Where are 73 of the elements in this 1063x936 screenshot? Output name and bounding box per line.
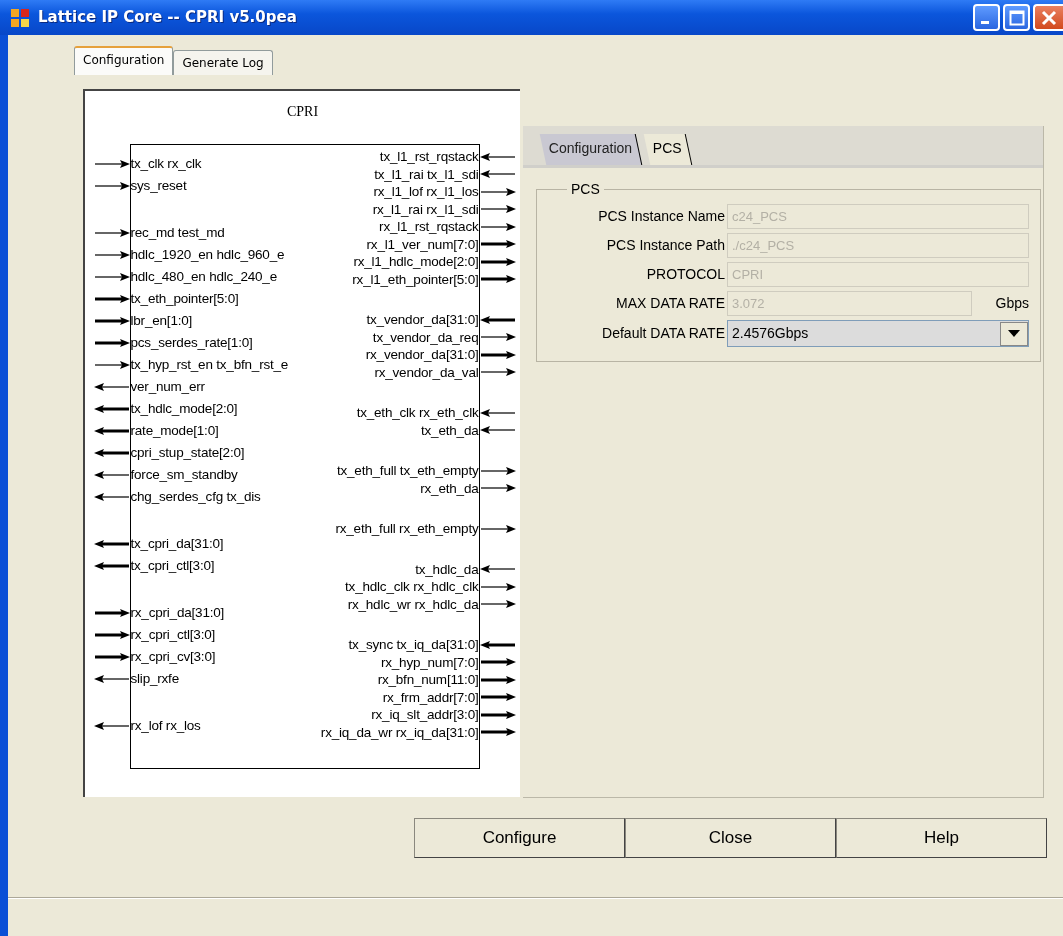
port-label: rx_vendor_da[31:0] bbox=[365, 348, 479, 362]
tab[interactable]: Generate Log bbox=[173, 50, 273, 75]
port-label: chg_serdes_cfg tx_dis bbox=[130, 490, 261, 504]
tab[interactable]: Configuration bbox=[74, 46, 174, 75]
port-label: rx_hdlc_wr rx_hdlc_da bbox=[347, 597, 479, 611]
field-label: PCS Instance Path bbox=[605, 236, 726, 255]
port-label: sys_reset bbox=[130, 179, 187, 193]
port-label: force_sm_standby bbox=[130, 468, 238, 482]
dropdown-button[interactable] bbox=[1000, 321, 1028, 346]
port-label: rx_eth_da bbox=[420, 481, 479, 495]
port-label: tx_eth_da bbox=[421, 423, 479, 437]
app-icon bbox=[10, 7, 30, 28]
port-label: tx_eth_full tx_eth_empty bbox=[336, 464, 479, 478]
port-label: rx_l1_eth_pointer[5:0] bbox=[352, 272, 479, 286]
port-label: rx_iq_da_wr rx_iq_da[31:0] bbox=[320, 725, 479, 739]
caret-icon bbox=[1007, 329, 1021, 338]
port-label: hdlc_1920_en hdlc_960_e bbox=[130, 248, 285, 262]
port-label: tx_sync tx_iq_da[31:0] bbox=[348, 638, 479, 652]
port-label: tx_eth_pointer[5:0] bbox=[130, 292, 239, 306]
port-label: tx_hdlc_mode[2:0] bbox=[130, 402, 238, 416]
port-label: lbr_en[1:0] bbox=[130, 314, 193, 328]
dialog-button[interactable]: Close bbox=[625, 818, 836, 858]
close-button[interactable] bbox=[1033, 4, 1063, 31]
field-label: MAX DATA RATE bbox=[615, 294, 726, 313]
port-label: tx_cpri_da[31:0] bbox=[130, 537, 224, 551]
port-label: slip_rxfe bbox=[130, 672, 179, 686]
dialog-button[interactable]: Configure bbox=[414, 818, 625, 858]
port-label: rx_frm_addr[7:0] bbox=[382, 690, 479, 704]
port-label: rx_bfn_num[11:0] bbox=[377, 673, 479, 687]
minimize-button[interactable] bbox=[973, 4, 1000, 31]
port-label: rx_cpri_da[31:0] bbox=[130, 606, 225, 620]
window-title: Lattice IP Core -- CPRI v5.0pea bbox=[38, 7, 297, 29]
port-label: rx_lof rx_los bbox=[130, 719, 201, 733]
port-label: tx_l1_rst_rqstack bbox=[379, 150, 479, 164]
port-label: pcs_serdes_rate[1:0] bbox=[130, 336, 253, 350]
tab[interactable]: Configuration bbox=[539, 134, 643, 165]
port-label: tx_vendor_da_req bbox=[372, 330, 479, 344]
field-label: PCS Instance Name bbox=[597, 207, 726, 226]
port-label: tx_l1_rai tx_l1_sdi bbox=[374, 167, 479, 181]
port-label: rx_l1_ver_num[7:0] bbox=[366, 237, 479, 251]
port-label: rx_eth_full rx_eth_empty bbox=[335, 522, 479, 536]
port-label: tx_hyp_rst_en tx_bfn_rst_e bbox=[130, 358, 289, 372]
maximize-button[interactable] bbox=[1003, 4, 1030, 31]
port-label: rx_l1_lof rx_l1_los bbox=[373, 185, 479, 199]
port-label: rx_cpri_ctl[3:0] bbox=[130, 628, 216, 642]
port-label: tx_hdlc_clk rx_hdlc_clk bbox=[345, 580, 479, 594]
port-label: rx_hyp_num[7:0] bbox=[380, 655, 479, 669]
maximize-icon bbox=[1008, 9, 1025, 26]
field-label: PROTOCOL bbox=[645, 265, 726, 284]
port-label: tx_eth_clk rx_eth_clk bbox=[356, 406, 479, 420]
port-label: tx_vendor_da[31:0] bbox=[366, 313, 479, 327]
port-label: rec_md test_md bbox=[130, 226, 225, 240]
port-label: rx_cpri_cv[3:0] bbox=[130, 650, 216, 664]
port-label: rx_l1_rai rx_l1_sdi bbox=[372, 202, 479, 216]
port-label: rx_iq_slt_addr[3:0] bbox=[371, 708, 479, 722]
port-label: hdlc_480_en hdlc_240_e bbox=[130, 270, 277, 284]
port-label: ver_num_err bbox=[130, 380, 205, 394]
close-icon bbox=[1040, 8, 1058, 27]
tab[interactable]: PCS bbox=[644, 134, 693, 165]
port-label: rx_l1_hdlc_mode[2:0] bbox=[353, 255, 479, 269]
port-label: rx_l1_rst_rqstack bbox=[379, 220, 479, 234]
port-label: cpri_stup_state[2:0] bbox=[130, 446, 245, 460]
block-title: CPRI bbox=[286, 103, 319, 121]
port-label: tx_hdlc_da bbox=[415, 562, 479, 576]
port-label: rx_vendor_da_val bbox=[374, 365, 479, 379]
port-label: tx_clk rx_clk bbox=[130, 157, 202, 171]
unit-label: Gbps bbox=[994, 294, 1029, 313]
dropdown-field[interactable]: 2.4576Gbps bbox=[727, 320, 1029, 347]
dialog-button[interactable]: Help bbox=[836, 818, 1047, 858]
minimize-icon bbox=[981, 20, 989, 24]
field-label: Default DATA RATE bbox=[601, 324, 726, 343]
port-label: tx_cpri_ctl[3:0] bbox=[130, 559, 215, 573]
port-label: rate_mode[1:0] bbox=[130, 424, 219, 438]
